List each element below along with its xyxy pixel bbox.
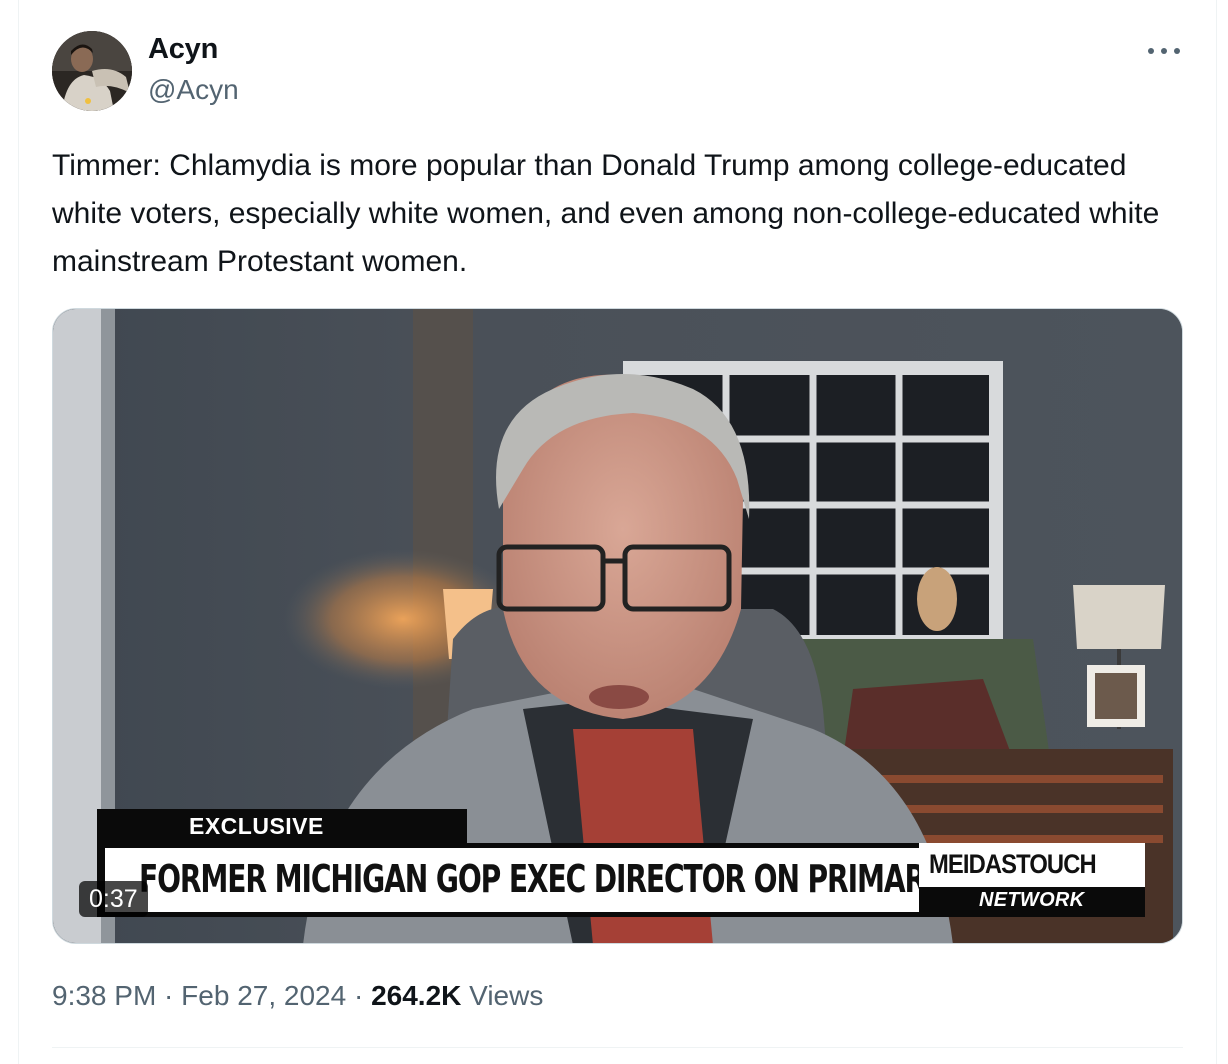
- views-count: 264.2K: [371, 980, 462, 1011]
- card-border-right: [1216, 0, 1217, 1064]
- tweet-text: Timmer: Chlamydia is more popular than D…: [52, 149, 1160, 278]
- video-duration-badge: 0:37: [79, 881, 148, 917]
- divider: [52, 1047, 1183, 1048]
- more-horizontal-icon: [1148, 48, 1154, 54]
- avatar[interactable]: [52, 31, 132, 111]
- video-tag-label: EXCLUSIVE: [189, 813, 324, 839]
- author-display-name[interactable]: Acyn: [148, 33, 218, 66]
- tweet-time[interactable]: 9:38 PM: [52, 980, 156, 1011]
- more-horizontal-icon: [1161, 48, 1167, 54]
- views-label: Views: [461, 980, 544, 1011]
- card-border-left: [18, 0, 19, 1064]
- author-handle[interactable]: @Acyn: [148, 74, 239, 106]
- avatar-image: [52, 31, 132, 111]
- brand-subtitle: NETWORK: [979, 889, 1085, 911]
- tweet-date[interactable]: Feb 27, 2024: [181, 980, 346, 1011]
- tweet-meta: 9:38 PM · Feb 27, 2024 · 264.2K Views: [52, 980, 543, 1012]
- more-options-button[interactable]: [1144, 38, 1184, 64]
- more-horizontal-icon: [1174, 48, 1180, 54]
- brand-name: MEIDASTOUCH: [929, 849, 1097, 879]
- video-player[interactable]: EXCLUSIVE FORMER MICHIGAN GOP EXEC DIREC…: [52, 308, 1183, 944]
- meta-separator: ·: [156, 980, 182, 1011]
- meta-separator: ·: [346, 980, 372, 1011]
